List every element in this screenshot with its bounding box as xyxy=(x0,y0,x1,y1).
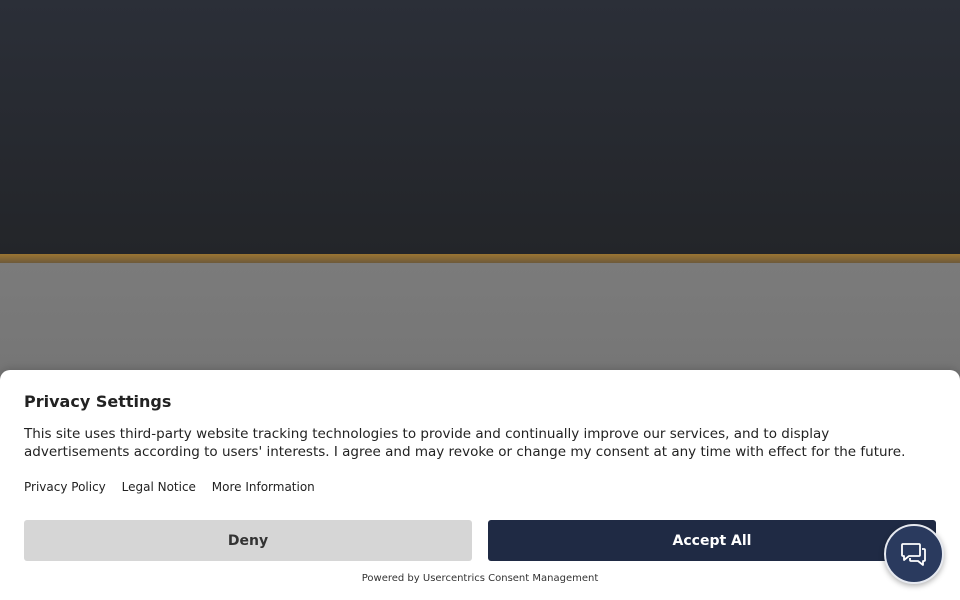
privacy-policy-link[interactable]: Privacy Policy xyxy=(24,480,106,494)
more-information-link[interactable]: More Information xyxy=(212,480,315,494)
consent-links: Privacy Policy Legal Notice More Informa… xyxy=(24,480,327,494)
accent-bar xyxy=(0,254,960,263)
consent-title: Privacy Settings xyxy=(24,392,172,411)
consent-banner: Privacy Settings This site uses third-pa… xyxy=(0,370,960,600)
consent-description: This site uses third-party website track… xyxy=(24,426,906,460)
deny-button[interactable]: Deny xyxy=(24,520,472,561)
hero-banner xyxy=(0,0,960,254)
powered-by-text: Powered by Usercentrics Consent Manageme… xyxy=(361,573,599,584)
accept-all-button[interactable]: Accept All xyxy=(488,520,936,561)
chat-bubbles-icon xyxy=(901,543,926,566)
chat-button[interactable] xyxy=(884,524,944,584)
legal-notice-link[interactable]: Legal Notice xyxy=(122,480,196,494)
page: Privacy Settings This site uses third-pa… xyxy=(0,0,960,600)
